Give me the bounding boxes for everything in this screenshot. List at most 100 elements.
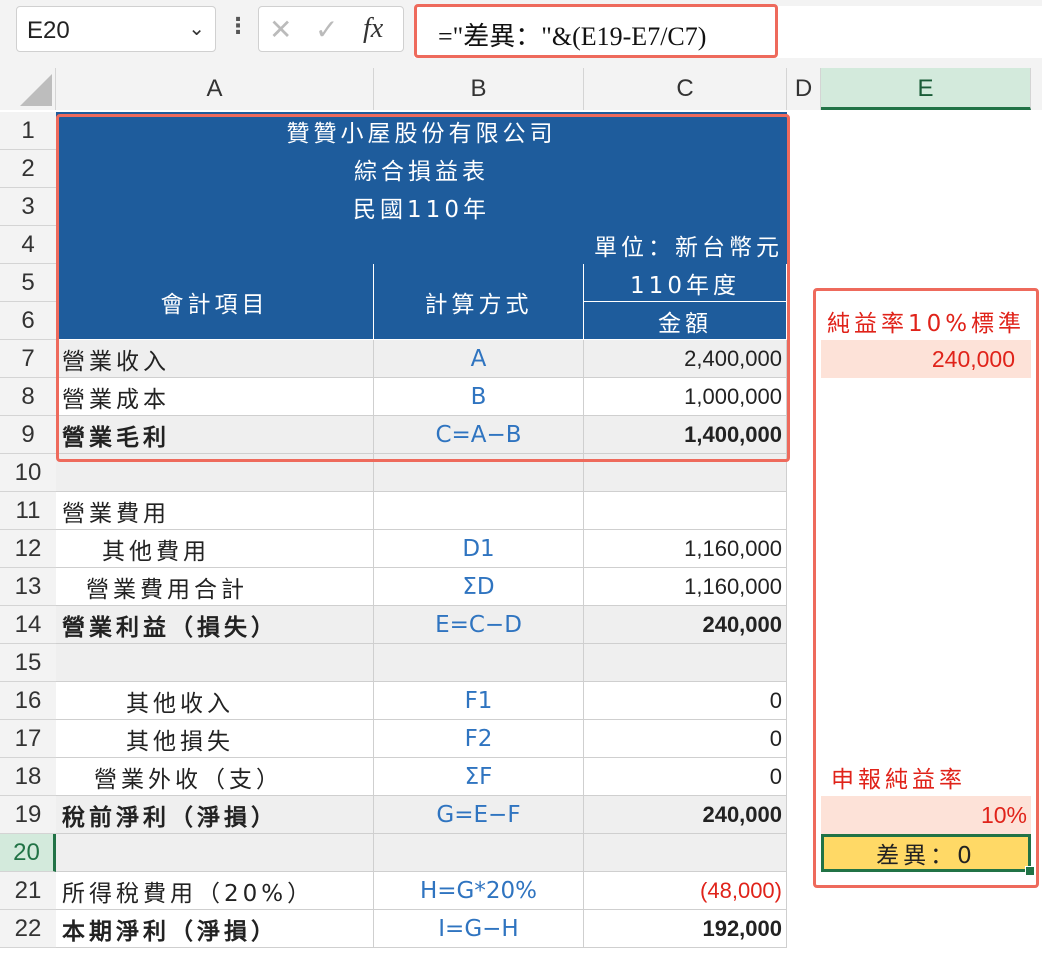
- cell-c10[interactable]: [584, 454, 787, 492]
- cell-a21[interactable]: 所得稅費用（20%）: [56, 872, 374, 910]
- row-header-5[interactable]: 5: [0, 264, 56, 302]
- cell-c12[interactable]: 1,160,000: [584, 530, 787, 568]
- cell-b18[interactable]: ΣF: [374, 758, 584, 796]
- difference-cell[interactable]: 差異：0: [821, 834, 1031, 872]
- cell-a15[interactable]: [56, 644, 374, 682]
- standard-label[interactable]: 純益率10%標準: [821, 302, 1031, 340]
- cell-b12[interactable]: D1: [374, 530, 584, 568]
- company-title[interactable]: 贊贊小屋股份有限公司: [56, 112, 787, 150]
- row-header-8[interactable]: 8: [0, 378, 56, 416]
- header-year[interactable]: 110年度: [584, 264, 787, 302]
- row-header-10[interactable]: 10: [0, 454, 56, 492]
- column-header-b[interactable]: B: [374, 68, 584, 110]
- row-header-2[interactable]: 2: [0, 150, 56, 188]
- cell-a11[interactable]: 營業費用: [56, 492, 374, 530]
- row-header-6[interactable]: 6: [0, 302, 56, 340]
- statement-title[interactable]: 綜合損益表: [56, 150, 787, 188]
- cell-a18[interactable]: 營業外收（支）: [56, 758, 374, 796]
- cell-b7[interactable]: A: [374, 340, 584, 378]
- row-header-3[interactable]: 3: [0, 188, 56, 226]
- formula-buttons: ✕ ✓ fx: [258, 6, 404, 52]
- cell-c22[interactable]: 192,000: [584, 910, 787, 948]
- cell-b16[interactable]: F1: [374, 682, 584, 720]
- row-header-12[interactable]: 12: [0, 530, 56, 568]
- cell-b21[interactable]: H=G*20%: [374, 872, 584, 910]
- row-header-15[interactable]: 15: [0, 644, 56, 682]
- row-header-21[interactable]: 21: [0, 872, 56, 910]
- cell-c16[interactable]: 0: [584, 682, 787, 720]
- cell-c19[interactable]: 240,000: [584, 796, 787, 834]
- cell-a7[interactable]: 營業收入: [56, 340, 374, 378]
- cell-c20[interactable]: [584, 834, 787, 872]
- cell-a19[interactable]: 稅前淨利（淨損）: [56, 796, 374, 834]
- column-header-d[interactable]: D: [787, 68, 821, 110]
- cell-b10[interactable]: [374, 454, 584, 492]
- standard-value[interactable]: 240,000: [821, 340, 1031, 378]
- row-header-7[interactable]: 7: [0, 340, 56, 378]
- unit-label[interactable]: 單位：新台幣元: [56, 226, 787, 264]
- row-header-18[interactable]: 18: [0, 758, 56, 796]
- column-header-e[interactable]: E: [821, 68, 1031, 110]
- insert-function-icon[interactable]: fx: [363, 13, 383, 45]
- cell-a16[interactable]: 其他收入: [56, 682, 374, 720]
- cell-c8[interactable]: 1,000,000: [584, 378, 787, 416]
- row-header-9[interactable]: 9: [0, 416, 56, 454]
- row-header-16[interactable]: 16: [0, 682, 56, 720]
- header-item[interactable]: 會計項目: [56, 264, 374, 340]
- declared-rate-label[interactable]: 申報純益率: [821, 758, 1031, 796]
- cell-b17[interactable]: F2: [374, 720, 584, 758]
- column-header-a[interactable]: A: [56, 68, 374, 110]
- row-header-17[interactable]: 17: [0, 720, 56, 758]
- period-title[interactable]: 民國110年: [56, 188, 787, 226]
- cell-a10[interactable]: [56, 454, 374, 492]
- cell-c13[interactable]: 1,160,000: [584, 568, 787, 606]
- enter-icon[interactable]: ✓: [315, 13, 338, 46]
- cell-b13[interactable]: ΣD: [374, 568, 584, 606]
- fill-handle[interactable]: [1025, 866, 1035, 876]
- column-header-c[interactable]: C: [584, 68, 787, 110]
- cell-b19[interactable]: G=E−F: [374, 796, 584, 834]
- cell-b9[interactable]: C=A−B: [374, 416, 584, 454]
- cell-c21[interactable]: (48,000): [584, 872, 787, 910]
- cell-a22[interactable]: 本期淨利（淨損）: [56, 910, 374, 948]
- cell-c7[interactable]: 2,400,000: [584, 340, 787, 378]
- cell-a12[interactable]: 其他費用: [56, 530, 374, 568]
- cell-c14[interactable]: 240,000: [584, 606, 787, 644]
- cell-a17[interactable]: 其他損失: [56, 720, 374, 758]
- row-header-13[interactable]: 13: [0, 568, 56, 606]
- cell-a13[interactable]: 營業費用合計: [56, 568, 374, 606]
- column-header-f[interactable]: [1031, 68, 1042, 110]
- declared-rate-value[interactable]: 10%: [821, 796, 1031, 834]
- row-header-20[interactable]: 20: [0, 834, 56, 872]
- cell-c18[interactable]: 0: [584, 758, 787, 796]
- select-all-corner[interactable]: [0, 68, 56, 110]
- row-header-4[interactable]: 4: [0, 226, 56, 264]
- cell-a14[interactable]: 營業利益（損失）: [56, 606, 374, 644]
- row-header-1[interactable]: 1: [0, 112, 56, 150]
- cell-b11[interactable]: [374, 492, 584, 530]
- cell-c11[interactable]: [584, 492, 787, 530]
- row-header-14[interactable]: 14: [0, 606, 56, 644]
- cell-a20[interactable]: [56, 834, 374, 872]
- row-header-19[interactable]: 19: [0, 796, 56, 834]
- cell-a9[interactable]: 營業毛利: [56, 416, 374, 454]
- cell-c15[interactable]: [584, 644, 787, 682]
- cell-a8[interactable]: 營業成本: [56, 378, 374, 416]
- cell-b8[interactable]: B: [374, 378, 584, 416]
- cell-b22[interactable]: I=G−H: [374, 910, 584, 948]
- header-amount[interactable]: 金額: [584, 302, 787, 340]
- header-method[interactable]: 計算方式: [374, 264, 584, 340]
- cell-b20[interactable]: [374, 834, 584, 872]
- cell-c17[interactable]: 0: [584, 720, 787, 758]
- cell-b14[interactable]: E=C−D: [374, 606, 584, 644]
- cancel-icon[interactable]: ✕: [269, 13, 292, 46]
- formula-highlight-frame: [414, 4, 778, 58]
- cell-b15[interactable]: [374, 644, 584, 682]
- row-header-11[interactable]: 11: [0, 492, 56, 530]
- select-all-icon: [20, 74, 52, 106]
- cell-c9[interactable]: 1,400,000: [584, 416, 787, 454]
- more-options-icon[interactable]: ⋮: [227, 14, 249, 39]
- name-box[interactable]: E20 ⌄: [16, 6, 216, 52]
- chevron-down-icon[interactable]: ⌄: [188, 16, 205, 40]
- row-header-22[interactable]: 22: [0, 910, 56, 948]
